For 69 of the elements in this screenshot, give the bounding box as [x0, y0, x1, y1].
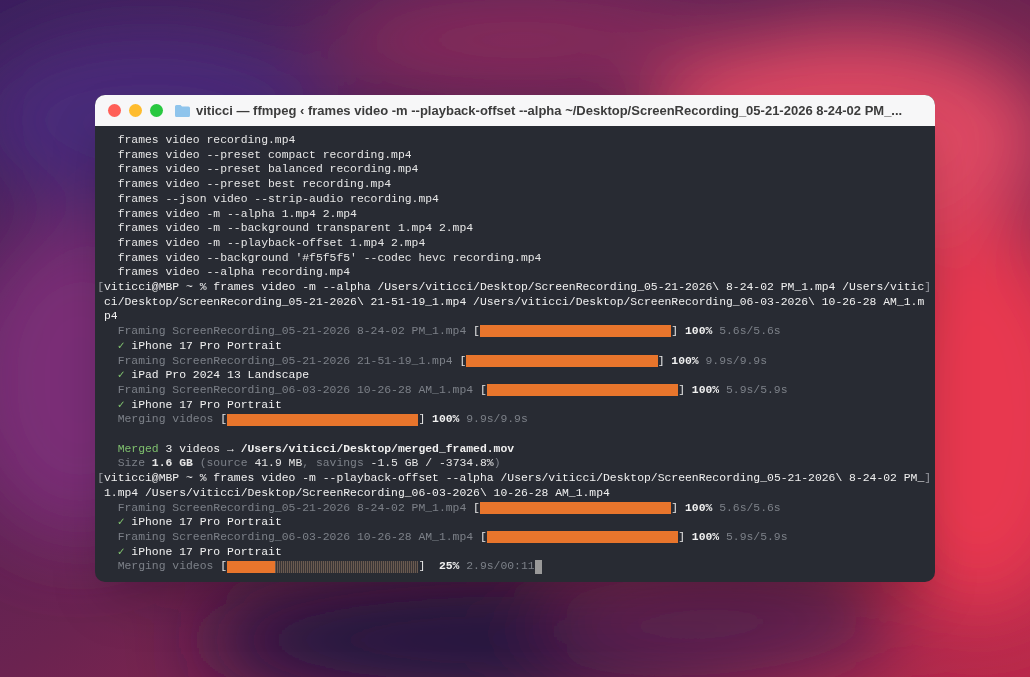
- device-name: iPhone 17 Pro Portrait: [131, 544, 282, 560]
- device-name: iPhone 17 Pro Portrait: [131, 515, 282, 530]
- check-icon: ✓: [117, 338, 125, 354]
- merged-output: 3 videos → /Users/viticci/Desktop/merged_framed.mov: [165, 441, 515, 457]
- progress-percent: 100%: [432, 412, 460, 428]
- bracket: [: [220, 412, 228, 428]
- device-name: iPad Pro 2024 13 Landscape: [131, 368, 310, 383]
- bracket: [: [220, 559, 228, 575]
- command-line: viticci@MBP ~ % frames video -m --alpha /Users/viticci/Desktop/ScreenRecording_05-21-2026\ 8-24-02 PM_1.mp4 /Users/viticci/Desktop/ScreenRecording_05-21-2026\ 21-51-19_1.mp4 /Users/viticci/Desktop/ScreenRecording_06-03-2026\ 10-26-28 AM_1.mp4: [104, 280, 925, 325]
- prompt-mark: [: [97, 280, 104, 295]
- progress-label: Framing ScreenRecording_05-21-2026 21-51-19_1.mp4: [117, 353, 453, 369]
- command-text: frames video -m --playback-offset 1.mp4 2.mp4: [117, 236, 426, 249]
- command-line: viticci@MBP ~ % frames video -m --playback-offset --alpha /Users/viticci/Desktop/ScreenRecording_05-21-2026\ 8-24-02 PM_1.mp4 /Users/viticci/Desktop/ScreenRecording_06-03-2026\ 10-26-28 AM_1.mp4: [104, 471, 925, 501]
- bracket: [: [479, 382, 487, 398]
- device-name: iPhone 17 Pro Portrait: [131, 338, 282, 354]
- command-text: frames --json video --strip-audio recording.mp4: [117, 192, 439, 205]
- bracket: ]: [678, 529, 685, 545]
- bracket: ]: [418, 412, 426, 428]
- prompt-mark: ]: [924, 471, 932, 486]
- bracket: ]: [678, 382, 685, 398]
- folder-icon: [175, 104, 190, 117]
- progress-label: Framing ScreenRecording_06-03-2026 10-26-28 AM_1.mp4: [117, 382, 474, 398]
- progress-timing: 2.9s/00:11: [466, 559, 535, 575]
- command-text: frames video --preset compact recording.mp4: [117, 148, 412, 161]
- progress-timing: 5.9s/5.9s: [726, 382, 788, 398]
- zoom-button[interactable]: [150, 104, 163, 117]
- progress-label: Merging videos: [117, 412, 214, 428]
- command-text: frames video -m --background transparent 1.mp4 2.mp4: [117, 222, 474, 235]
- progress-timing: 9.9s/9.9s: [705, 353, 768, 369]
- bracket: ]: [657, 353, 665, 369]
- progress-timing: 5.6s/5.6s: [719, 500, 781, 516]
- close-button[interactable]: [108, 104, 121, 117]
- window-title: viticci — ffmpeg ‹ frames video -m --playback-offset --alpha ~/Desktop/ScreenRecording_05-21-2026 8-24-02 PM_...: [196, 101, 903, 120]
- command-text: frames video --background '#f5f5f5' --codec hevc recording.mp4: [117, 251, 542, 264]
- device-name: iPhone 17 Pro Portrait: [131, 397, 282, 413]
- progress-timing: 9.9s/9.9s: [466, 412, 528, 428]
- prompt-mark: [: [97, 471, 104, 486]
- progress-label: Framing ScreenRecording_05-21-2026 8-24-02 PM_1.mp4: [117, 500, 467, 516]
- bracket: ]: [418, 559, 426, 575]
- command-text: frames video --preset balanced recording.mp4: [117, 163, 419, 176]
- check-icon: ✓: [117, 397, 125, 413]
- progress-percent: 100%: [685, 500, 713, 516]
- size-summary: Size 1.6 GB (source 41.9 MB, savings -1.5 GB / -3734.8%): [117, 456, 501, 472]
- command-text: frames video recording.mp4: [117, 134, 296, 146]
- progress-timing: 5.9s/5.9s: [726, 529, 788, 545]
- command-text: frames video --preset best recording.mp4: [117, 178, 392, 191]
- command-text: frames video -m --alpha 1.mp4 2.mp4: [117, 207, 357, 220]
- bracket: [: [459, 353, 467, 369]
- progress-percent: 100%: [671, 353, 699, 369]
- progress-timing: 5.6s/5.6s: [719, 324, 781, 339]
- progress-percent: 100%: [685, 324, 713, 339]
- bracket: [: [479, 529, 487, 545]
- progress-percent: 100%: [691, 529, 720, 545]
- minimize-button[interactable]: [129, 104, 142, 117]
- progress-label: Merging videos: [117, 559, 214, 575]
- bracket: ]: [671, 324, 679, 339]
- progress-percent: 100%: [691, 382, 720, 398]
- command-text: frames video --alpha recording.mp4: [117, 266, 351, 279]
- progress-percent: 25%: [437, 559, 460, 575]
- bracket: [: [473, 500, 480, 516]
- check-icon: ✓: [117, 515, 125, 530]
- progress-label: Framing ScreenRecording_06-03-2026 10-26-28 AM_1.mp4: [117, 529, 474, 545]
- check-icon: ✓: [117, 544, 125, 560]
- prompt-mark: ]: [924, 280, 932, 295]
- bracket: [: [473, 324, 480, 339]
- merged-label: Merged: [117, 441, 159, 457]
- progress-label: Framing ScreenRecording_05-21-2026 8-24-02 PM_1.mp4: [117, 324, 467, 339]
- check-icon: ✓: [117, 368, 125, 383]
- bracket: ]: [671, 500, 679, 516]
